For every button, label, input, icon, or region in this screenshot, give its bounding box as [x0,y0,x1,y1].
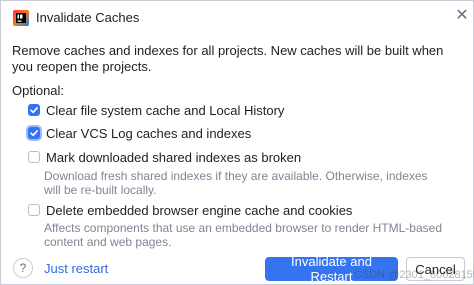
option-delete-browser-cache[interactable]: Delete embedded browser engine cache and… [28,201,352,219]
option-label: Mark downloaded shared indexes as broken [46,149,302,165]
close-icon[interactable]: ✕ [453,6,471,24]
checkbox-unchecked-icon[interactable] [28,204,40,216]
option-mark-shared-indexes-broken[interactable]: Mark downloaded shared indexes as broken [28,148,301,166]
help-button[interactable]: ? [13,258,33,278]
title-bar: Invalidate Caches ✕ [1,1,473,35]
intellij-app-icon [13,10,29,26]
option-hint: Download fresh shared indexes if they ar… [44,169,428,197]
option-label: Delete embedded browser engine cache and… [46,202,353,218]
dialog-title: Invalidate Caches [36,10,140,25]
option-label: Clear VCS Log caches and indexes [46,125,252,141]
dialog-description: Remove caches and indexes for all projec… [12,43,444,74]
option-label: Clear file system cache and Local Histor… [46,102,285,118]
checkbox-checked-icon[interactable] [28,127,40,139]
optional-label: Optional: [12,83,65,98]
option-clear-vcs-log-caches[interactable]: Clear VCS Log caches and indexes [28,124,251,142]
option-clear-file-system-cache[interactable]: Clear file system cache and Local Histor… [28,101,284,119]
just-restart-link[interactable]: Just restart [44,261,108,276]
checkbox-checked-icon[interactable] [28,104,40,116]
option-hint: Affects components that use an embedded … [44,221,442,249]
watermark: CSDN @2301_80628159 [354,269,474,281]
checkbox-unchecked-icon[interactable] [28,151,40,163]
invalidate-caches-dialog: Invalidate Caches ✕ Remove caches and in… [0,0,474,285]
